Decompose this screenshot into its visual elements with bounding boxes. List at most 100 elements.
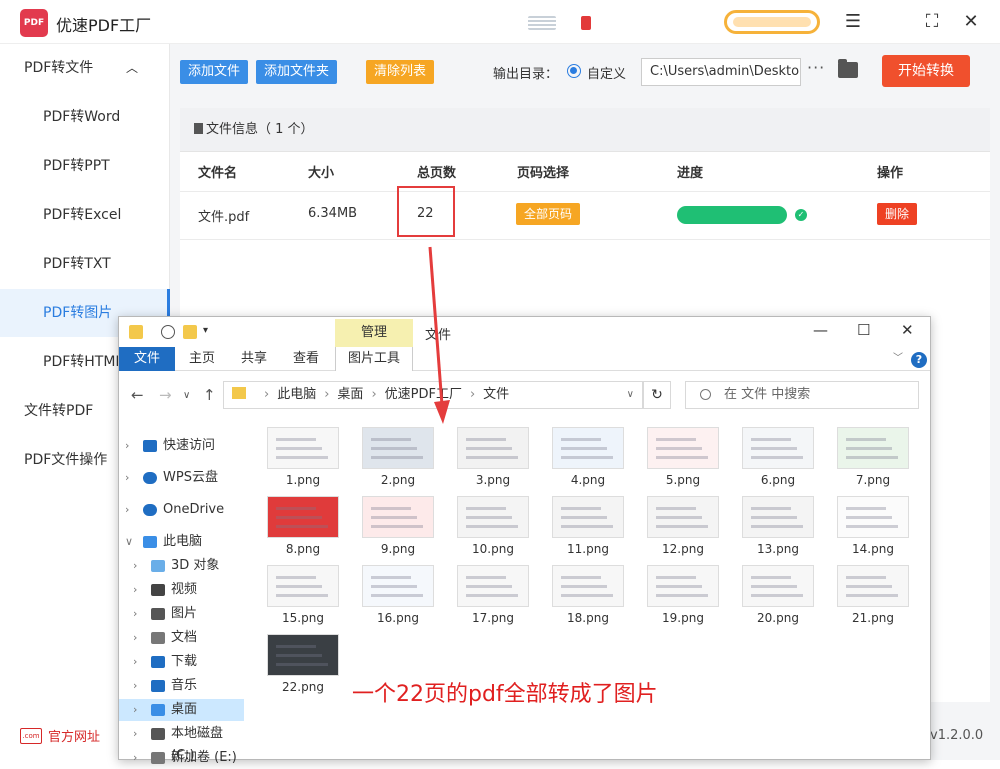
- file-thumbnail[interactable]: [552, 427, 624, 469]
- file-thumbnail[interactable]: [362, 427, 434, 469]
- sidebar-item-pdf-ppt[interactable]: PDF转PPT: [0, 142, 170, 190]
- chevron-right-icon[interactable]: ›: [133, 627, 137, 649]
- start-convert-button[interactable]: 开始转换: [882, 55, 970, 87]
- maximize-icon[interactable]: ⛶: [921, 10, 943, 32]
- file-name-label[interactable]: 9.png: [353, 542, 443, 556]
- close-icon[interactable]: ✕: [901, 321, 914, 339]
- delete-button[interactable]: 删除: [877, 203, 918, 225]
- file-name-label[interactable]: 15.png: [258, 611, 348, 625]
- add-folder-button[interactable]: 添加文件夹: [256, 60, 338, 84]
- file-name-label[interactable]: 16.png: [353, 611, 443, 625]
- tab-share[interactable]: 共享: [231, 347, 277, 371]
- file-name-label[interactable]: 13.png: [733, 542, 823, 556]
- file-name-label[interactable]: 20.png: [733, 611, 823, 625]
- tree-item[interactable]: › 视频: [119, 579, 244, 601]
- close-icon[interactable]: ✕: [960, 10, 982, 32]
- output-path-field[interactable]: C:\Users\admin\Desktop: [641, 58, 801, 86]
- page-select-button[interactable]: 全部页码: [516, 203, 581, 225]
- tree-item[interactable]: › 桌面: [119, 699, 244, 721]
- help-icon[interactable]: ?: [911, 352, 927, 368]
- file-thumbnail[interactable]: [647, 565, 719, 607]
- file-name-label[interactable]: 7.png: [828, 473, 918, 487]
- add-file-button[interactable]: 添加文件: [180, 60, 249, 84]
- sidebar-item-pdf-txt[interactable]: PDF转TXT: [0, 240, 170, 288]
- file-name-label[interactable]: 21.png: [828, 611, 918, 625]
- tree-item[interactable]: › 本地磁盘 (C:): [119, 723, 244, 763]
- sidebar-item-pdf-excel[interactable]: PDF转Excel: [0, 191, 170, 239]
- maximize-icon[interactable]: ☐: [857, 321, 870, 339]
- file-thumbnail[interactable]: [837, 565, 909, 607]
- up-arrow-icon[interactable]: ↑: [203, 386, 216, 404]
- tree-item[interactable]: ∨ 此电脑: [119, 531, 244, 553]
- tree-item[interactable]: › OneDrive: [119, 499, 244, 521]
- file-name-label[interactable]: 18.png: [543, 611, 633, 625]
- breadcrumb-file[interactable]: 文件: [483, 387, 509, 402]
- breadcrumb-app[interactable]: 优速PDF工厂: [385, 387, 462, 402]
- tree-item[interactable]: › 文档: [119, 627, 244, 649]
- file-thumbnail[interactable]: [837, 427, 909, 469]
- chevron-down-icon[interactable]: ﹀: [891, 347, 905, 371]
- file-thumbnail[interactable]: [457, 427, 529, 469]
- address-bar[interactable]: › 此电脑 › 桌面 › 优速PDF工厂 › 文件 ∨: [223, 381, 643, 409]
- menu-icon[interactable]: ☰: [842, 10, 864, 32]
- search-input[interactable]: 在 文件 中搜索: [685, 381, 919, 409]
- tree-item[interactable]: › 快速访问: [119, 435, 244, 457]
- sidebar-item-pdf-word[interactable]: PDF转Word: [0, 93, 170, 141]
- new-folder-icon[interactable]: [183, 325, 197, 339]
- file-name-label[interactable]: 4.png: [543, 473, 633, 487]
- file-name-label[interactable]: 8.png: [258, 542, 348, 556]
- file-thumbnail[interactable]: [267, 634, 339, 676]
- minimize-icon[interactable]: —: [813, 321, 828, 339]
- chevron-right-icon[interactable]: ›: [133, 675, 137, 697]
- file-thumbnail[interactable]: [742, 565, 814, 607]
- recent-dropdown-icon[interactable]: ∨: [183, 390, 190, 401]
- folder-icon[interactable]: [838, 59, 858, 78]
- file-thumbnail[interactable]: [647, 427, 719, 469]
- refresh-icon[interactable]: ↻: [643, 381, 671, 409]
- file-thumbnail[interactable]: [552, 496, 624, 538]
- tree-item[interactable]: › 下载: [119, 651, 244, 673]
- tree-item[interactable]: › WPS云盘: [119, 467, 244, 489]
- file-name-label[interactable]: 10.png: [448, 542, 538, 556]
- file-thumbnail[interactable]: [457, 496, 529, 538]
- chevron-right-icon[interactable]: ∨: [125, 531, 133, 553]
- file-thumbnail[interactable]: [267, 496, 339, 538]
- file-thumbnail[interactable]: [647, 496, 719, 538]
- file-name-label[interactable]: 5.png: [638, 473, 728, 487]
- file-thumbnail[interactable]: [362, 565, 434, 607]
- manage-tab[interactable]: 管理: [335, 319, 413, 347]
- tab-file[interactable]: 文件: [119, 347, 175, 371]
- chevron-right-icon[interactable]: ›: [133, 579, 137, 601]
- file-thumbnail[interactable]: [267, 565, 339, 607]
- chevron-right-icon[interactable]: ›: [133, 603, 137, 625]
- chevron-right-icon[interactable]: ›: [133, 651, 137, 673]
- back-arrow-icon[interactable]: ←: [131, 386, 144, 404]
- file-name-label[interactable]: 11.png: [543, 542, 633, 556]
- official-site-link[interactable]: .com 官方网址: [20, 726, 100, 745]
- file-thumbnail[interactable]: [362, 496, 434, 538]
- tab-picture-tools[interactable]: 图片工具: [335, 347, 413, 371]
- tree-item[interactable]: › 3D 对象: [119, 555, 244, 577]
- properties-icon[interactable]: [161, 325, 175, 339]
- file-thumbnail[interactable]: [457, 565, 529, 607]
- chevron-right-icon[interactable]: ›: [125, 435, 129, 457]
- file-name-label[interactable]: 1.png: [258, 473, 348, 487]
- tab-view[interactable]: 查看: [283, 347, 329, 371]
- account-pill[interactable]: [724, 10, 820, 34]
- file-thumbnail[interactable]: [552, 565, 624, 607]
- tree-item[interactable]: › 图片: [119, 603, 244, 625]
- file-name-label[interactable]: 19.png: [638, 611, 728, 625]
- file-thumbnail[interactable]: [267, 427, 339, 469]
- chevron-right-icon[interactable]: ›: [133, 555, 137, 577]
- file-name-label[interactable]: 17.png: [448, 611, 538, 625]
- file-name-label[interactable]: 22.png: [258, 680, 348, 694]
- breadcrumb-desktop[interactable]: 桌面: [337, 387, 363, 402]
- more-button[interactable]: ···: [807, 58, 825, 77]
- chevron-right-icon[interactable]: ›: [133, 747, 137, 769]
- tree-item[interactable]: › 音乐: [119, 675, 244, 697]
- chevron-right-icon[interactable]: ›: [133, 723, 137, 745]
- chevron-right-icon[interactable]: ›: [125, 499, 129, 521]
- chevron-down-icon[interactable]: ∨: [627, 382, 634, 408]
- file-name-label[interactable]: 6.png: [733, 473, 823, 487]
- file-thumbnail[interactable]: [742, 496, 814, 538]
